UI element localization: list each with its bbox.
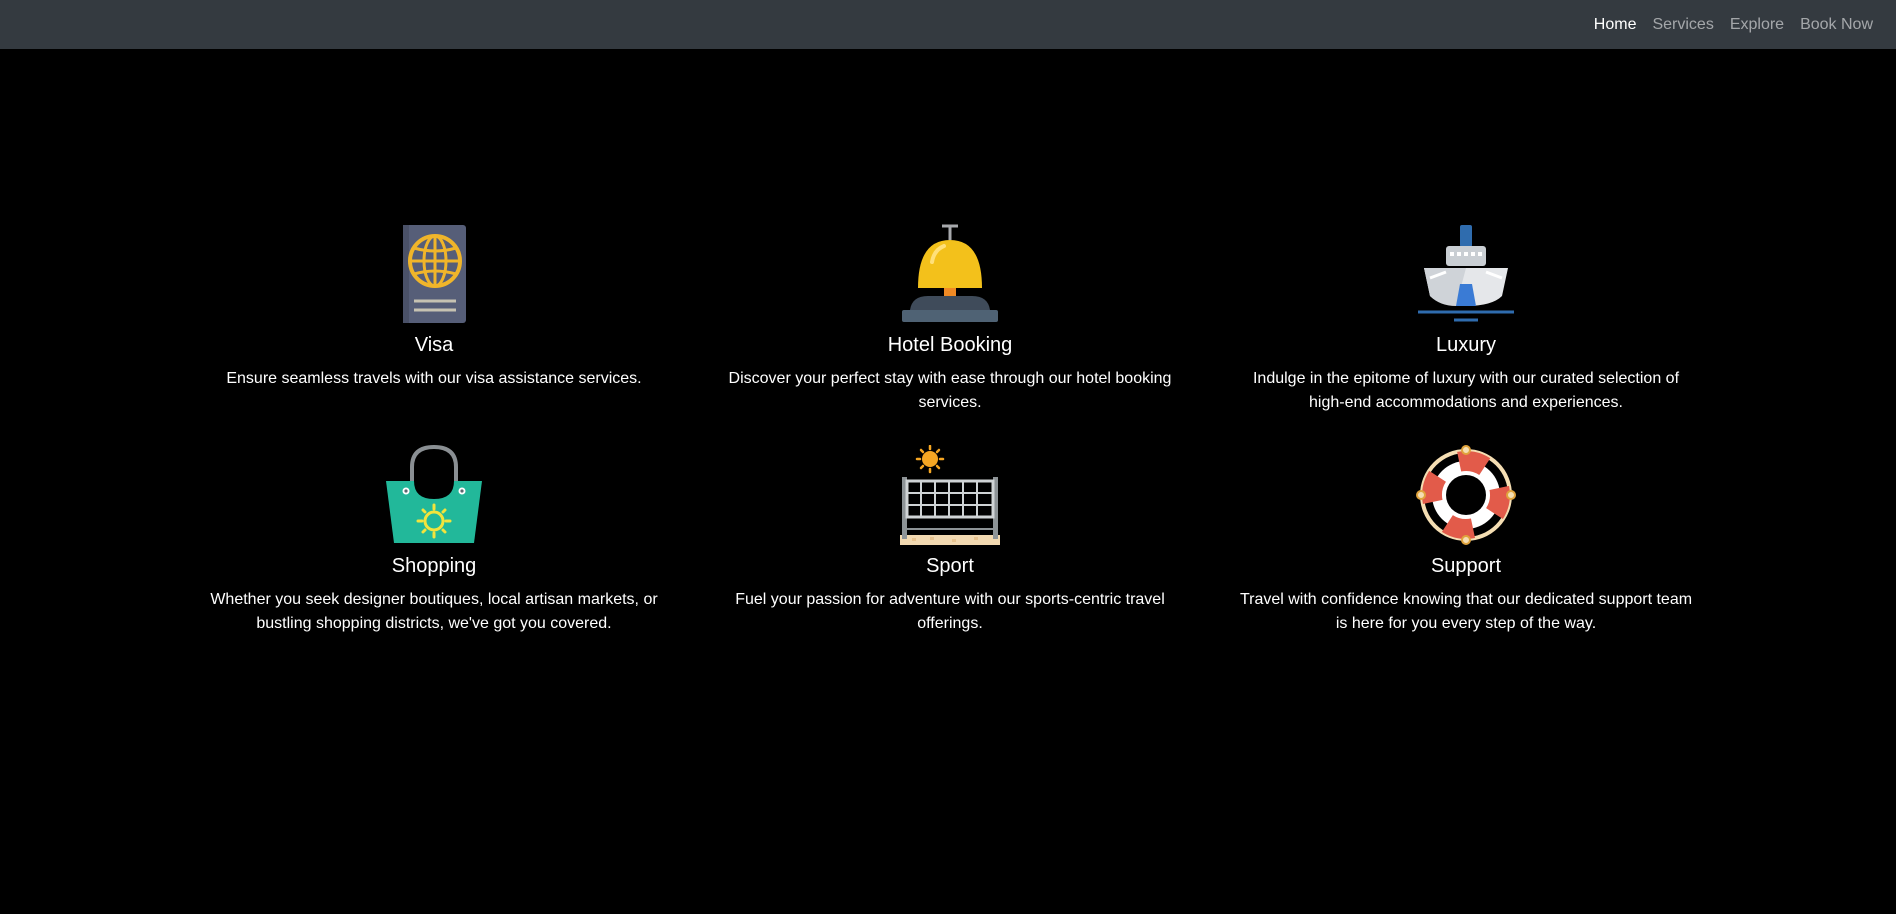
service-card-visa: Visa Ensure seamless travels with our vi… [176,224,692,415]
nav-home-link[interactable]: Home [1586,5,1645,45]
service-title: Luxury [1435,334,1497,356]
service-card-support: Support Travel with confidence knowing t… [1208,445,1724,636]
service-card-hotel-booking: Hotel Booking Discover your perfect stay… [692,224,1208,415]
service-title: Support [1430,555,1502,577]
nav-explore-link[interactable]: Explore [1722,5,1792,45]
navbar: Home Services Explore Book Now [0,0,1896,49]
service-card-shopping: Shopping Whether you seek designer bouti… [176,445,692,636]
lifebuoy-icon [1416,445,1516,545]
service-card-luxury: Luxury Indulge in the epitome of luxury … [1208,224,1724,415]
nav-services-link[interactable]: Services [1644,5,1721,45]
nav-book-now-link[interactable]: Book Now [1792,5,1881,45]
cruise-ship-icon [1418,225,1514,322]
service-title: Sport [926,555,974,577]
service-bell-icon [902,224,998,322]
service-description: Travel with confidence knowing that our … [1239,591,1693,632]
passport-icon [403,225,466,323]
service-description: Indulge in the epitome of luxury with ou… [1252,370,1680,411]
services-grid: Visa Ensure seamless travels with our vi… [176,224,1724,636]
service-description: Ensure seamless travels with our visa as… [226,370,642,387]
service-title: Visa [414,334,454,356]
shopping-bag-icon [386,445,482,543]
service-description: Fuel your passion for adventure with our… [735,591,1165,632]
service-description: Whether you seek designer boutiques, loc… [210,591,658,632]
service-description: Discover your perfect stay with ease thr… [728,370,1172,411]
service-title: Hotel Booking [887,334,1013,356]
sport-net-icon [900,445,1000,545]
service-title: Shopping [391,555,477,577]
service-card-sport: Sport Fuel your passion for adventure wi… [692,445,1208,636]
